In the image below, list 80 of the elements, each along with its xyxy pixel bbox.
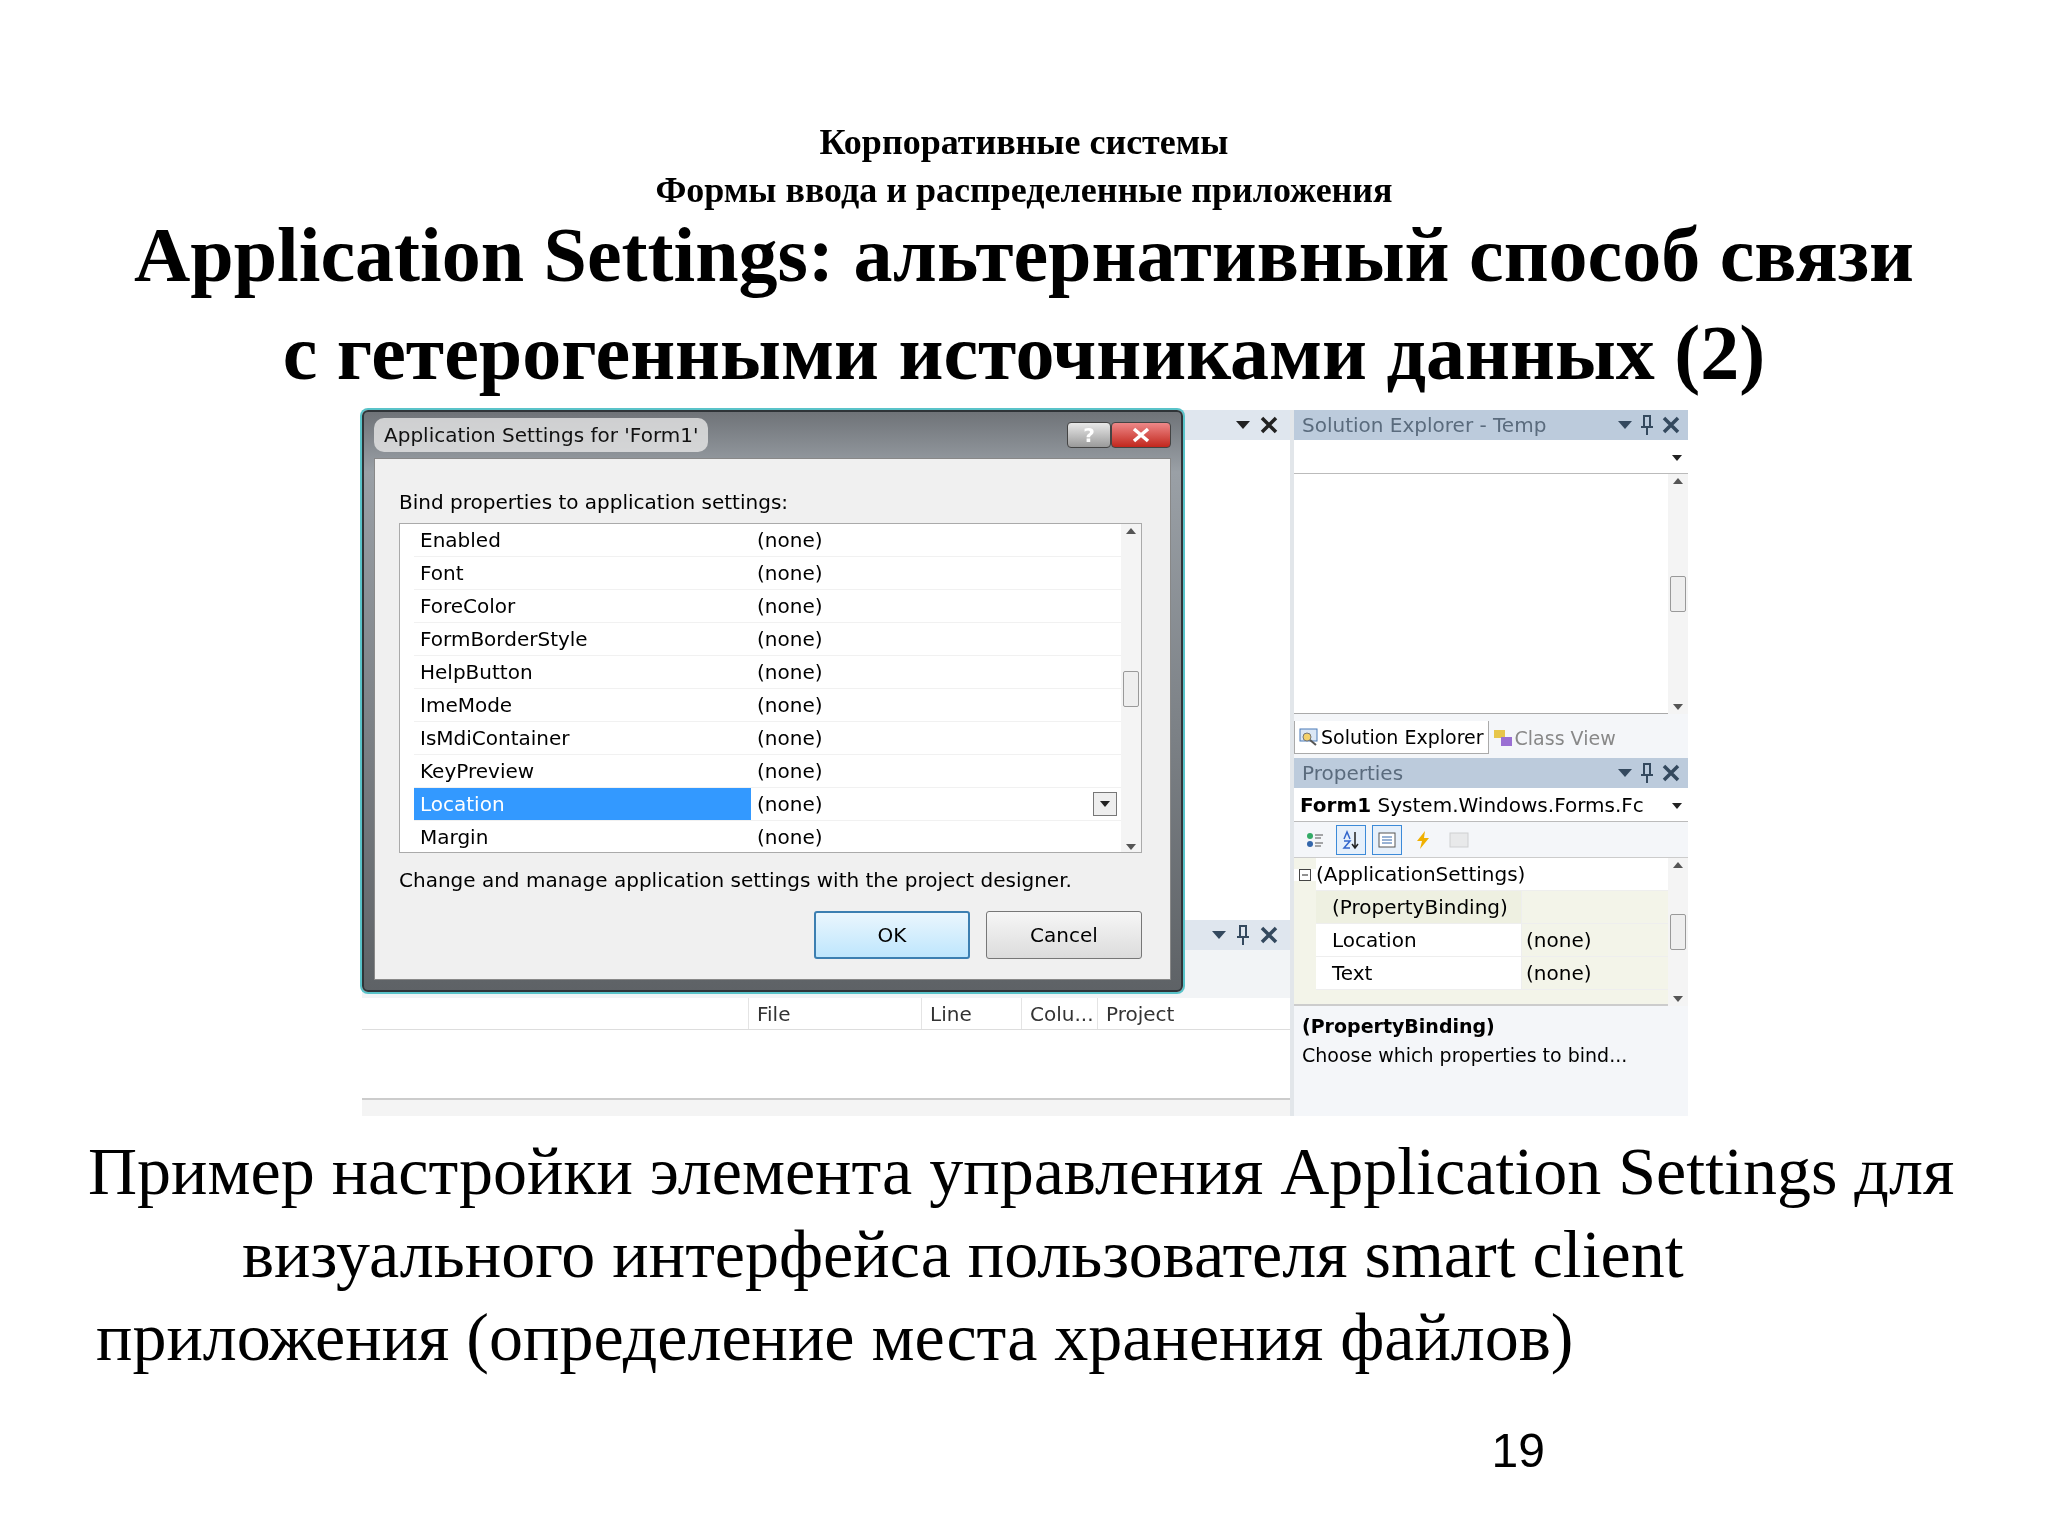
caption-text: визуального интерфейса пользователя smart client xyxy=(241,1215,1685,1294)
slide-title: с гетерогенными источниками данных (2) xyxy=(281,308,1767,398)
property-name[interactable]: ImeMode xyxy=(414,689,751,721)
panel-title: Properties xyxy=(1302,760,1404,787)
close-icon[interactable] xyxy=(1662,416,1680,434)
property-value: (none) xyxy=(757,626,823,653)
dropdown-arrow-icon[interactable] xyxy=(1618,421,1632,429)
scroll-up-arrow-icon[interactable] xyxy=(1673,862,1683,868)
property-name[interactable]: Margin xyxy=(414,821,751,852)
property-value: (none) xyxy=(757,824,823,851)
property-value: (none) xyxy=(757,560,823,587)
caption-text: Пример настройки элемента управления Application Settings для xyxy=(87,1132,1956,1211)
caret-icon xyxy=(1100,801,1110,807)
window-magnifier-icon xyxy=(1299,727,1319,746)
property-value: (none) xyxy=(757,593,823,620)
column-header[interactable]: Colu... xyxy=(1021,998,1097,1029)
property-name[interactable]: Text xyxy=(1316,957,1521,990)
property-name[interactable]: (ApplicationSettings) xyxy=(1316,858,1668,891)
scrollbar-thumb[interactable] xyxy=(1123,671,1139,707)
property-name[interactable]: Enabled xyxy=(414,524,751,556)
property-name[interactable]: IsMdiContainer xyxy=(414,722,751,754)
property-name[interactable]: FormBorderStyle xyxy=(414,623,751,655)
close-icon[interactable] xyxy=(1260,926,1278,944)
column-header[interactable]: Project xyxy=(1097,998,1217,1029)
close-icon xyxy=(1132,427,1150,443)
pin-icon[interactable] xyxy=(1236,925,1250,945)
property-name[interactable]: KeyPreview xyxy=(414,755,751,787)
close-icon[interactable] xyxy=(1260,416,1278,434)
pin-icon[interactable] xyxy=(1640,415,1654,435)
dropdown-arrow-icon[interactable] xyxy=(1212,931,1226,939)
description-text: Choose which properties to bind... xyxy=(1302,1042,1629,1068)
caption-text: приложения (определение места хранения файлов) xyxy=(95,1298,1575,1377)
dialog-note: Change and manage application settings with the project designer. xyxy=(399,867,1073,894)
field-label: Bind properties to application settings: xyxy=(399,489,790,516)
scroll-up-arrow-icon[interactable] xyxy=(1673,478,1683,484)
dropdown-arrow-icon xyxy=(1672,803,1682,809)
property-name[interactable]: (PropertyBinding) xyxy=(1316,891,1521,924)
slide-title: Application Settings: альтернативный способ связи xyxy=(133,210,1915,300)
slide-subtitle: Формы ввода и распределенные приложения xyxy=(654,169,1394,212)
slide-subtitle: Корпоративные системы xyxy=(818,121,1230,164)
property-name[interactable]: Font xyxy=(414,557,751,589)
property-name[interactable]: Location xyxy=(1316,924,1521,957)
list-button[interactable] xyxy=(1372,824,1402,855)
description-title: (PropertyBinding) xyxy=(1302,1014,1496,1039)
scrollbar-thumb[interactable] xyxy=(1670,576,1686,612)
panel-title: Solution Explorer - Temp xyxy=(1302,412,1547,439)
property-value: (none) xyxy=(757,659,823,686)
collapse-icon[interactable] xyxy=(1299,868,1311,881)
list-icon xyxy=(1377,829,1397,850)
column-header[interactable]: Line xyxy=(921,998,1021,1029)
dropdown-arrow-icon xyxy=(1672,455,1682,461)
property-value: (none) xyxy=(757,725,823,752)
ok-button[interactable]: OK xyxy=(814,911,970,959)
dropdown-arrow-icon[interactable] xyxy=(1236,421,1250,429)
sort-button[interactable] xyxy=(1336,824,1366,855)
property-value: (none) xyxy=(757,791,823,818)
pin-icon[interactable] xyxy=(1640,763,1654,783)
property-name[interactable]: HelpButton xyxy=(414,656,751,688)
property-value: (none) xyxy=(757,758,823,785)
dropdown-button[interactable] xyxy=(1093,792,1117,816)
class-diagram-icon xyxy=(1492,728,1513,747)
property-value: (none) xyxy=(757,692,823,719)
scroll-down-arrow-icon[interactable] xyxy=(1126,844,1136,850)
dropdown-arrow-icon[interactable] xyxy=(1618,769,1632,777)
scroll-down-arrow-icon[interactable] xyxy=(1673,704,1683,710)
scrollbar-thumb[interactable] xyxy=(1670,914,1686,950)
close-icon[interactable] xyxy=(1662,764,1680,782)
window-icon xyxy=(1449,829,1469,850)
page-number: 19 xyxy=(1490,1423,1545,1479)
sort-icon xyxy=(1341,829,1361,850)
scroll-up-arrow-icon[interactable] xyxy=(1126,528,1136,534)
property-value: (none) xyxy=(757,527,823,554)
cancel-button[interactable]: Cancel xyxy=(986,911,1142,959)
property-name[interactable]: ForeColor xyxy=(414,590,751,622)
object-selector[interactable]: Form1 System.Windows.Forms.Fc xyxy=(1294,788,1688,822)
panel-tab[interactable]: Solution Explorer xyxy=(1294,720,1489,754)
column-header[interactable]: File xyxy=(748,998,921,1029)
dialog-title: Application Settings for 'Form1' xyxy=(374,418,709,452)
scroll-down-arrow-icon[interactable] xyxy=(1673,996,1683,1002)
close-button[interactable] xyxy=(1111,422,1171,448)
